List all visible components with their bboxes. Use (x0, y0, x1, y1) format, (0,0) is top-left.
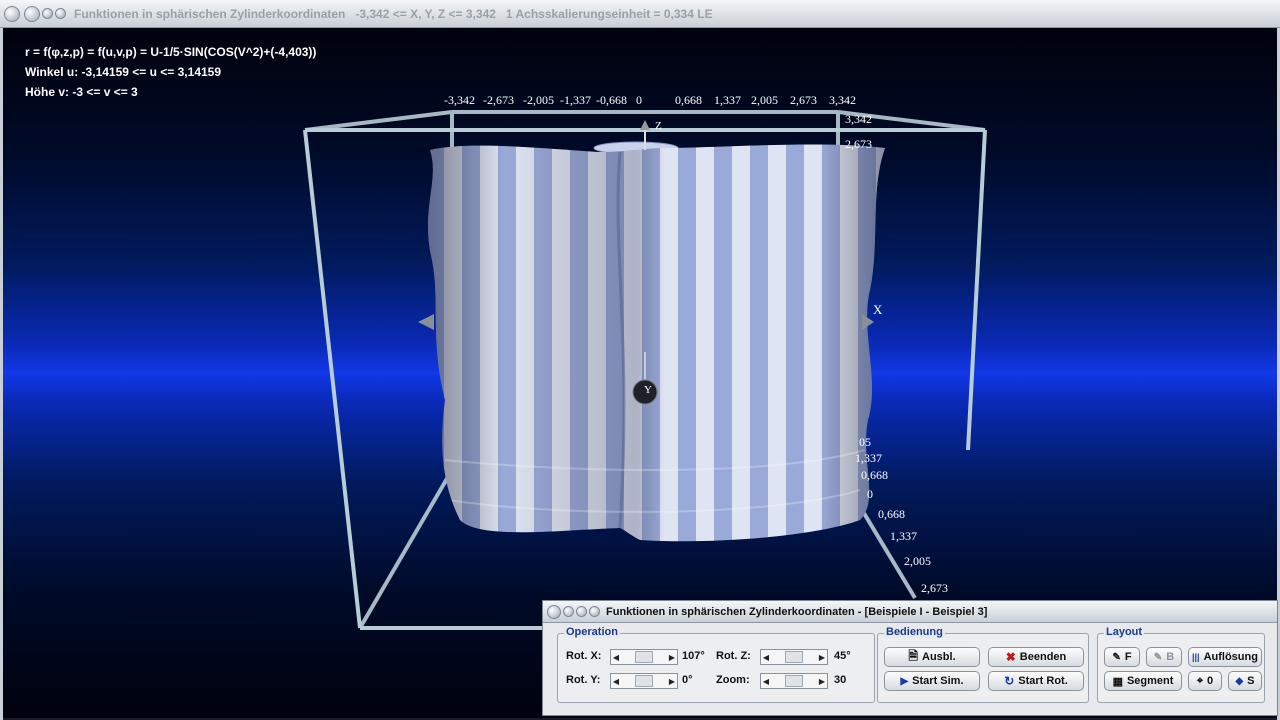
panel-dot-button-3[interactable] (589, 606, 600, 617)
top-axis-tick: -0,668 (596, 93, 627, 107)
panel-dot-button-2[interactable] (576, 606, 587, 617)
panel-titlebar: Funktionen in sphärischen Zylinderkoordi… (543, 601, 1277, 623)
operation-group: Operation Rot. X: ◀ ▶ 107° Rot. Y: ◀ ▶ 0… (557, 626, 875, 703)
slider-right-arrow-icon[interactable]: ▶ (817, 677, 827, 686)
rot-y-label: Rot. Y: (566, 674, 601, 686)
beenden-button[interactable]: ✖ Beenden (988, 647, 1084, 667)
main-titlebar: Funktionen in sphärischen Zylinderkoordi… (0, 0, 1280, 28)
rot-z-value: 45° (834, 650, 851, 662)
slider-right-arrow-icon[interactable]: ▶ (667, 677, 677, 686)
start-rot-button[interactable]: ↻ Start Rot. (988, 671, 1084, 691)
rot-z-slider[interactable]: ◀ ▶ (760, 649, 828, 665)
document-icon: 🗎 (908, 648, 919, 663)
rot-x-label: Rot. X: (566, 650, 602, 662)
top-axis-tick: 0,668 (675, 93, 702, 107)
angle-range-text: Winkel u: -3,14159 <= u <= 3,14159 (25, 65, 222, 79)
rot-y-slider[interactable]: ◀ ▶ (610, 673, 678, 689)
slider-right-arrow-icon[interactable]: ▶ (817, 653, 827, 662)
rot-y-value: 0° (682, 674, 693, 686)
slider-thumb[interactable] (635, 675, 653, 687)
slider-left-arrow-icon[interactable]: ◀ (611, 677, 621, 686)
paint-icon: ◆ (1235, 675, 1244, 687)
rotate-icon: ↻ (1004, 674, 1015, 688)
brush-icon: ✎ (1112, 651, 1121, 663)
y-tick: 2,005 (904, 554, 931, 568)
top-axis-tick: 2,005 (751, 93, 778, 107)
x-axis-label: X (873, 302, 883, 317)
window-dot-button-2[interactable] (55, 8, 66, 19)
height-range-text: Höhe v: -3 <= v <= 3 (25, 85, 138, 99)
z-axis-label: Z (655, 120, 662, 132)
rot-x-slider[interactable]: ◀ ▶ (610, 649, 678, 665)
y-tick: 1,337 (890, 529, 917, 543)
aufloesung-button[interactable]: ||| Auflösung (1188, 647, 1262, 667)
layout-b-button[interactable]: ✎ B (1146, 647, 1182, 667)
zoom-value: 30 (834, 674, 847, 686)
y-axis-label: Y (644, 384, 652, 396)
bedienung-group-label: Bedienung (884, 626, 945, 638)
window-minimize-button[interactable] (24, 5, 40, 22)
top-axis-tick: 3,342 (829, 93, 856, 107)
origin-button[interactable]: ⌖ 0 (1188, 671, 1222, 691)
start-sim-button[interactable]: ▶ Start Sim. (884, 671, 980, 691)
top-axis-tick: 0 (636, 93, 642, 107)
ausbl-button[interactable]: 🗎 Ausbl. (884, 647, 980, 667)
top-axis-tick: -1,337 (560, 93, 591, 107)
z-tick: 2,673 (845, 137, 872, 151)
y-tick: 05 (859, 435, 871, 449)
slider-left-arrow-icon[interactable]: ◀ (761, 677, 771, 686)
operation-group-label: Operation (564, 626, 620, 638)
slider-thumb[interactable] (785, 675, 803, 687)
y-tick: 0,668 (878, 507, 905, 521)
layout-f-button[interactable]: ✎ F (1104, 647, 1140, 667)
rot-z-label: Rot. Z: (716, 650, 751, 662)
y-tick: 1,337 (855, 451, 882, 465)
rot-x-value: 107° (682, 650, 705, 662)
top-axis-tick: -3,342 (444, 93, 475, 107)
crosshair-icon: ⌖ (1196, 674, 1204, 687)
top-axis-tick: 1,337 (714, 93, 741, 107)
panel-dot-button[interactable] (563, 606, 574, 617)
table-icon: ▦ (1112, 675, 1123, 688)
top-axis-tick: -2,673 (483, 93, 514, 107)
x-axis-arrow-left (418, 314, 434, 330)
slider-left-arrow-icon[interactable]: ◀ (611, 653, 621, 662)
y-tick: 0 (867, 487, 873, 501)
top-axis-tick: -2,005 (523, 93, 554, 107)
y-tick: 2,673 (921, 581, 948, 595)
eraser-icon: ✎ (1153, 651, 1163, 663)
layout-group: Layout ✎ F ✎ B ||| Auflösung ▦ Segment ⌖… (1097, 626, 1265, 703)
layout-s-button[interactable]: ◆ S (1228, 671, 1262, 691)
layout-group-label: Layout (1104, 626, 1145, 638)
window-title: Funktionen in sphärischen Zylinderkoordi… (74, 6, 713, 21)
grid-lines-icon: ||| (1192, 652, 1200, 662)
top-axis-tick: 2,673 (790, 93, 817, 107)
slider-right-arrow-icon[interactable]: ▶ (667, 653, 677, 662)
z-axis-arrow (640, 120, 650, 130)
window-menu-button[interactable] (4, 5, 20, 22)
y-tick: 0,668 (861, 468, 888, 482)
play-icon: ▶ (900, 675, 909, 687)
zoom-slider[interactable]: ◀ ▶ (760, 673, 828, 689)
panel-title: Funktionen in sphärischen Zylinderkoordi… (606, 605, 988, 618)
bedienung-group: Bedienung 🗎 Ausbl. ✖ Beenden ▶ Start Sim… (877, 626, 1089, 703)
window-dot-button[interactable] (42, 8, 53, 19)
segment-button[interactable]: ▦ Segment (1104, 671, 1182, 691)
slider-thumb[interactable] (635, 651, 653, 663)
panel-menu-button[interactable] (547, 604, 561, 619)
z-tick: 3,342 (845, 112, 872, 126)
zoom-label: Zoom: (716, 674, 750, 686)
slider-thumb[interactable] (785, 651, 803, 663)
control-panel: Funktionen in sphärischen Zylinderkoordi… (542, 600, 1278, 716)
formula-text: r = f(φ,z,p) = f(u,v,p) = U-1/5·SIN(COS(… (25, 45, 317, 59)
close-icon: ✖ (1005, 650, 1016, 664)
slider-left-arrow-icon[interactable]: ◀ (761, 653, 771, 662)
